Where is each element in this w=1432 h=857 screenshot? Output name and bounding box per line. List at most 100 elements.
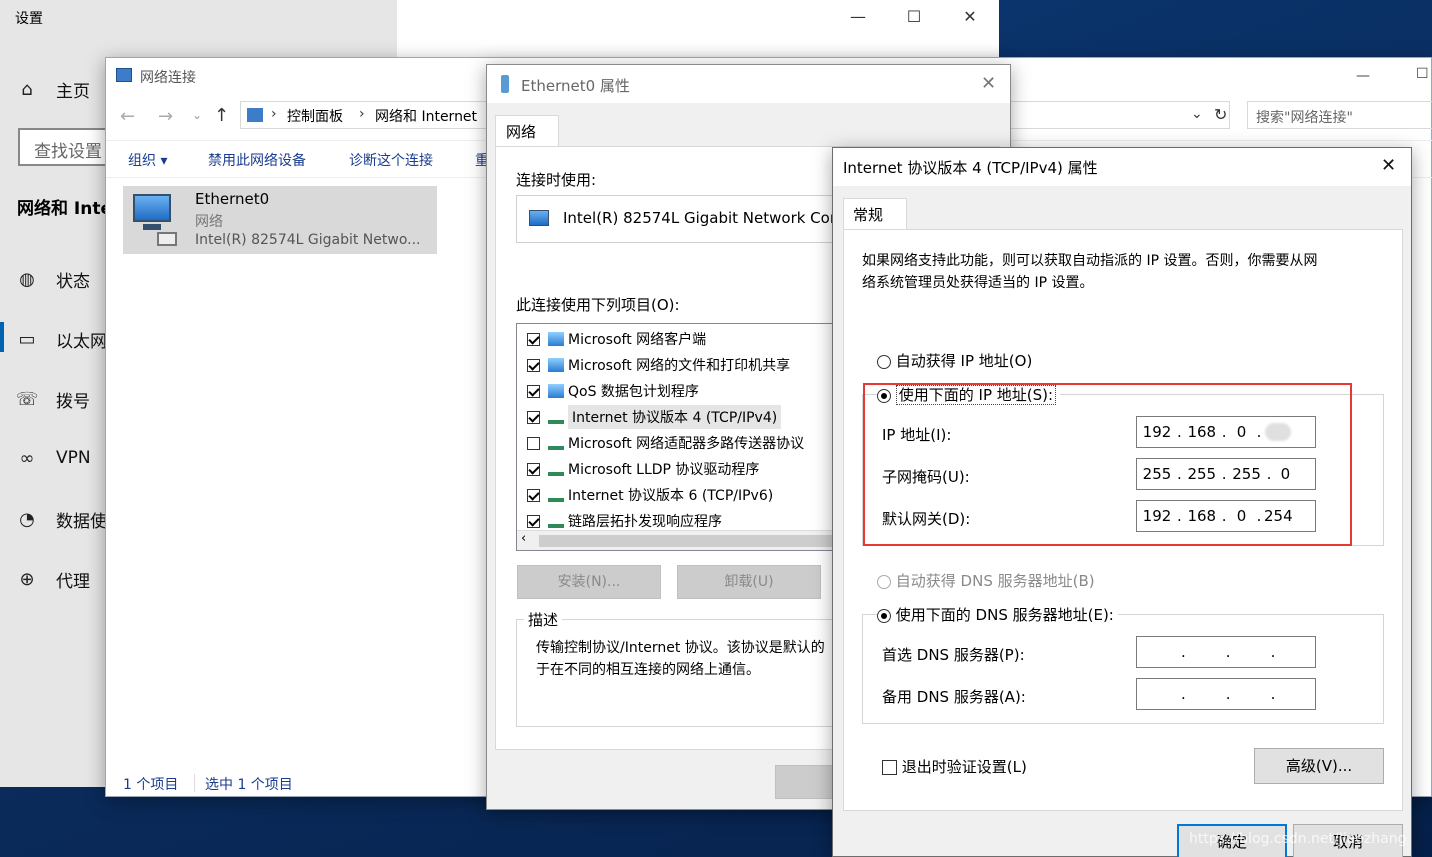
status-count: 1 个项目 xyxy=(123,777,179,793)
up-icon[interactable]: ↑ xyxy=(214,105,229,126)
client-icon xyxy=(548,332,564,346)
scroll-thumb[interactable] xyxy=(539,535,839,547)
checkbox[interactable] xyxy=(527,384,540,398)
intro-line-2: 络系统管理员处获得适当的 IP 设置。 xyxy=(862,275,1094,291)
list-item[interactable]: Internet 协议版本 6 (TCP/IPv6) xyxy=(517,482,773,508)
list-item[interactable]: Microsoft 网络的文件和打印机共享 xyxy=(517,352,790,378)
network-adapter-icon xyxy=(129,192,177,246)
adapter-icon xyxy=(529,210,549,226)
manual-dns-radio[interactable] xyxy=(877,608,891,623)
active-indicator xyxy=(0,322,4,352)
checkbox[interactable] xyxy=(527,358,540,372)
address-dropdown-icon[interactable]: ⌄ xyxy=(1191,106,1203,122)
protocol-icon xyxy=(548,462,564,476)
description-line-1: 传输控制协议/Internet 协议。该协议是默认的 xyxy=(536,640,825,656)
back-icon[interactable]: ← xyxy=(120,106,135,127)
checkbox[interactable] xyxy=(527,462,540,476)
auto-dns-option[interactable]: 自动获得 DNS 服务器地址(B) xyxy=(877,570,1095,591)
scroll-left-icon[interactable]: ‹ xyxy=(521,531,526,546)
checkbox[interactable] xyxy=(527,514,540,528)
minimize-icon[interactable]: — xyxy=(846,6,870,28)
network-folder-icon xyxy=(116,68,132,82)
checkbox[interactable] xyxy=(527,332,540,346)
minimize-icon[interactable]: — xyxy=(1356,68,1370,84)
organize-button[interactable]: 组织 ▾ xyxy=(128,150,167,170)
home-nav[interactable]: ⌂ 主页 xyxy=(16,77,90,102)
diagnose-button[interactable]: 诊断这个连接 xyxy=(349,150,433,170)
maximize-icon[interactable]: ☐ xyxy=(1416,66,1429,82)
auto-ip-radio[interactable] xyxy=(877,354,891,369)
home-label: 主页 xyxy=(56,82,90,102)
nav-vpn[interactable]: ∞ VPN xyxy=(16,447,91,469)
close-icon[interactable]: ✕ xyxy=(958,6,982,28)
protocol-icon xyxy=(548,514,564,528)
nav-status[interactable]: ◍ 状态 xyxy=(16,267,90,292)
nav-dialup[interactable]: ☏ 拨号 xyxy=(16,387,90,412)
list-item[interactable]: Microsoft 网络适配器多路传送器协议 xyxy=(517,430,804,456)
item-name: Ethernet0 xyxy=(195,190,270,208)
description-label: 描述 xyxy=(524,609,563,630)
breadcrumb-network[interactable]: 网络和 Internet xyxy=(375,106,477,126)
nav-ethernet-label: 以太网 xyxy=(56,332,107,352)
list-item[interactable]: QoS 数据包计划程序 xyxy=(517,378,699,404)
vpn-icon: ∞ xyxy=(19,447,35,469)
list-item-selected[interactable]: Internet 协议版本 4 (TCP/IPv4) xyxy=(517,404,782,430)
nav-ethernet[interactable]: ▭ 以太网 xyxy=(16,327,107,352)
status-selected: 选中 1 个项目 xyxy=(205,777,293,793)
checkbox[interactable] xyxy=(527,410,540,424)
netconn-title: 网络连接 xyxy=(140,70,196,86)
advanced-button[interactable]: 高级(V)... xyxy=(1254,748,1384,784)
highlight-annotation xyxy=(863,383,1352,546)
dialog-title: Internet 协议版本 4 (TCP/IPv4) 属性 xyxy=(843,159,1098,177)
refresh-icon[interactable]: ↻ xyxy=(1214,105,1227,124)
validate-on-exit-option[interactable]: 退出时验证设置(L) xyxy=(882,756,1027,777)
manual-dns-label: 使用下面的 DNS 服务器地址(E): xyxy=(895,606,1114,624)
items-label: 此连接使用下列项目(O): xyxy=(516,296,680,314)
preferred-dns-label: 首选 DNS 服务器(P): xyxy=(882,646,1025,664)
auto-ip-option[interactable]: 自动获得 IP 地址(O) xyxy=(877,350,1032,371)
status-divider xyxy=(194,774,195,792)
nav-dialup-label: 拨号 xyxy=(56,392,90,412)
validate-label: 退出时验证设置(L) xyxy=(901,758,1027,776)
validate-checkbox[interactable] xyxy=(882,760,897,775)
auto-ip-label: 自动获得 IP 地址(O) xyxy=(895,352,1033,370)
uninstall-button[interactable]: 卸载(U) xyxy=(677,565,821,599)
protocol-icon xyxy=(548,488,564,502)
auto-dns-radio[interactable] xyxy=(877,574,891,589)
search-input[interactable]: 搜索"网络连接" xyxy=(1247,101,1432,129)
forward-icon[interactable]: → xyxy=(158,106,173,127)
list-item-label: Internet 协议版本 6 (TCP/IPv6) xyxy=(568,488,774,504)
item-adapter: Intel(R) 82574L Gigabit Netwo... xyxy=(195,232,421,248)
item-type: 网络 xyxy=(195,214,223,230)
ethernet-title-icon xyxy=(501,75,509,93)
auto-dns-label: 自动获得 DNS 服务器地址(B) xyxy=(895,572,1095,590)
breadcrumb-control-panel[interactable]: 控制面板 xyxy=(287,106,343,126)
ethernet0-item[interactable]: Ethernet0 网络 Intel(R) 82574L Gigabit Net… xyxy=(123,186,437,254)
install-button[interactable]: 安装(N)... xyxy=(517,565,661,599)
tab-network[interactable]: 网络 xyxy=(495,115,559,147)
close-icon[interactable]: ✕ xyxy=(1381,155,1396,176)
protocol-icon xyxy=(548,410,564,424)
nav-data-usage[interactable]: ◔ 数据使 xyxy=(16,507,107,532)
globe-icon: ◍ xyxy=(19,269,35,290)
manual-dns-option[interactable]: 使用下面的 DNS 服务器地址(E): xyxy=(877,604,1118,625)
list-item[interactable]: Microsoft LLDP 协议驱动程序 xyxy=(517,456,759,482)
maximize-icon[interactable]: ☐ xyxy=(902,6,926,28)
tab-general[interactable]: 常规 xyxy=(843,198,907,230)
settings-search-input[interactable]: 查找设置 xyxy=(18,128,108,166)
list-item-label: Microsoft 网络适配器多路传送器协议 xyxy=(568,436,805,452)
disable-device-button[interactable]: 禁用此网络设备 xyxy=(208,150,306,170)
ipv4-properties-dialog: Internet 协议版本 4 (TCP/IPv4) 属性 ✕ 常规 如果网络支… xyxy=(832,147,1412,857)
checkbox[interactable] xyxy=(527,488,540,502)
nav-proxy[interactable]: ⊕ 代理 xyxy=(16,567,90,592)
recent-chevron-icon[interactable]: ⌄ xyxy=(192,108,202,122)
preferred-dns-field[interactable]: ... xyxy=(1136,636,1316,668)
home-icon: ⌂ xyxy=(21,79,33,100)
checkbox[interactable] xyxy=(527,436,540,450)
settings-section-title: 网络和 Inte xyxy=(17,199,113,219)
close-icon[interactable]: ✕ xyxy=(981,73,996,94)
breadcrumb-sep-icon: › xyxy=(271,106,277,122)
list-item[interactable]: Microsoft 网络客户端 xyxy=(517,326,706,352)
alternate-dns-field[interactable]: ... xyxy=(1136,678,1316,710)
tab-network-label: 网络 xyxy=(506,123,537,141)
